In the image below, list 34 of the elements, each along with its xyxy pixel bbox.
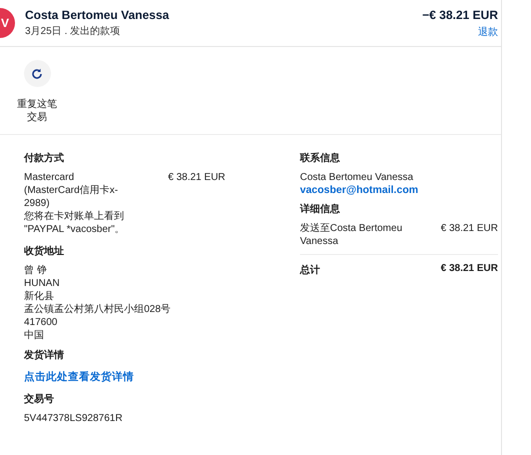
payment-method-text: Mastercard	[24, 171, 74, 184]
detail-amount: € 38.21 EUR	[440, 222, 498, 235]
address-line: 孟公镇孟公村第八村民小组028号	[24, 303, 171, 316]
section-title: 交易号	[24, 392, 55, 406]
transaction-subtitle: 3月25日 . 发出的款项	[25, 24, 122, 38]
address-line: 新化县	[24, 290, 54, 303]
repeat-button[interactable]	[24, 60, 50, 87]
email-link[interactable]: vacosber@hotmail.com	[300, 184, 418, 196]
address-line: 曾 铮	[24, 264, 47, 277]
payment-method-text: "PAYPAL *vacosber"。	[24, 223, 125, 236]
payment-method-text: 2989)	[24, 197, 50, 210]
address-line: 417600	[24, 316, 58, 329]
section-title: 详细信息	[300, 202, 341, 216]
contact-name: Costa Bertomeu Vanessa	[300, 171, 414, 184]
refresh-icon	[31, 68, 43, 80]
payment-method-text: 您将在卡对账单上看到	[24, 210, 124, 223]
address-line: HUNAN	[24, 277, 60, 290]
total-label: 总计	[300, 264, 320, 277]
transaction-amount: −€ 38.21 EUR	[422, 8, 498, 22]
payment-method-text: (MasterCard信用卡x-	[24, 184, 118, 197]
avatar: V	[0, 8, 15, 38]
section-title: 付款方式	[24, 151, 65, 165]
section-title: 收货地址	[24, 244, 65, 258]
section-title: 发货详情	[24, 348, 65, 362]
transaction-id: 5V447378LS928761R	[24, 412, 124, 425]
address-line: 中国	[24, 329, 44, 342]
shipping-details-link[interactable]: 点击此处查看发货详情	[24, 370, 300, 384]
action-label: 重复这笔交易	[16, 98, 58, 124]
total-amount: € 38.21 EUR	[440, 263, 498, 274]
detail-item: 发送至Costa Bertomeu Vanessa	[300, 222, 404, 248]
refund-link[interactable]: 退款	[478, 24, 498, 38]
payee-name: Costa Bertomeu Vanessa	[25, 8, 170, 22]
section-title: 联系信息	[300, 152, 341, 165]
payment-amount: € 38.21 EUR	[168, 171, 226, 185]
